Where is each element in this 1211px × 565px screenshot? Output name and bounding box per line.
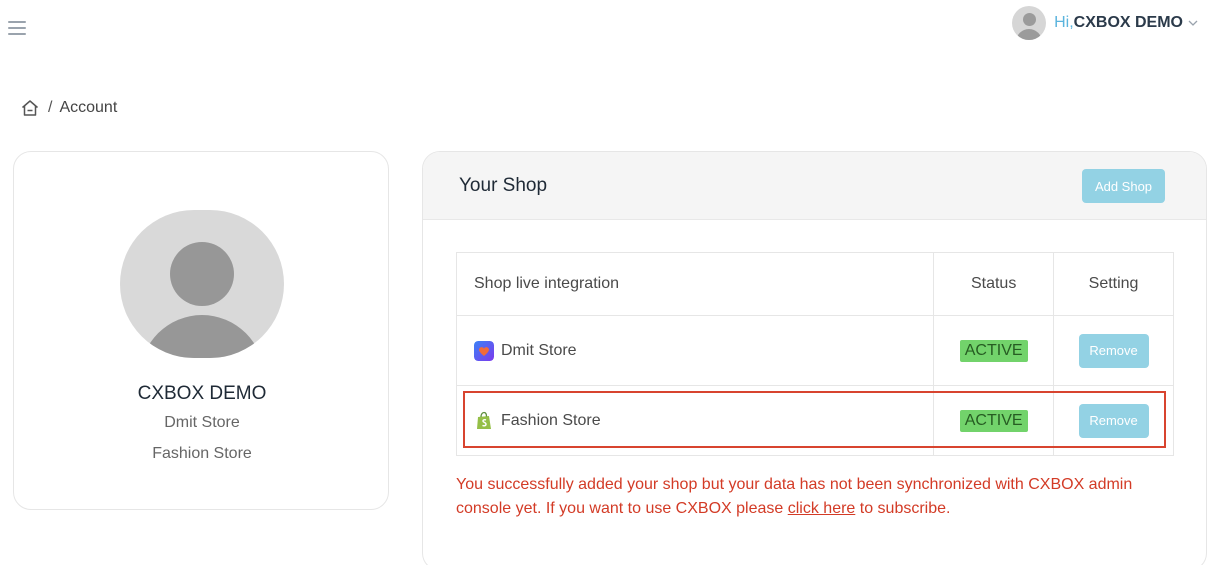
table-row: Dmit Store ACTIVE Remove xyxy=(455,315,1174,386)
profile-avatar xyxy=(120,210,284,358)
shopify-logo-icon xyxy=(477,411,491,429)
add-shop-button[interactable]: Add Shop xyxy=(1082,169,1165,203)
dmit-store-logo-icon xyxy=(474,340,494,361)
top-bar: Hi, CXBOX DEMO xyxy=(0,0,1211,50)
profile-store-item: Fashion Store xyxy=(152,445,252,462)
status-badge: ACTIVE xyxy=(959,339,1028,362)
profile-name: CXBOX DEMO xyxy=(137,383,267,404)
shop-panel: Your Shop Add Shop Shop live integration… xyxy=(422,151,1207,565)
shop-name: Dmit Store xyxy=(501,341,577,359)
shop-name: Fashion Store xyxy=(501,411,601,429)
notice-text-end: to subscribe. xyxy=(855,500,951,517)
status-badge: ACTIVE xyxy=(959,409,1028,432)
chevron-down-icon[interactable] xyxy=(1187,17,1199,29)
greeting-text: Hi, xyxy=(1054,14,1074,31)
table-header-row: Shop live integration Status Setting xyxy=(455,252,1174,316)
profile-store-item: Dmit Store xyxy=(164,414,240,431)
sync-warning-message: You successfully added your shop but you… xyxy=(456,473,1186,521)
breadcrumb-current: Account xyxy=(59,99,118,116)
column-header-shop: Shop live integration xyxy=(455,252,935,316)
column-header-setting: Setting xyxy=(1053,252,1174,316)
table-row: Fashion Store ACTIVE Remove xyxy=(455,385,1174,456)
user-name: CXBOX DEMO xyxy=(1073,14,1183,31)
column-header-status: Status xyxy=(933,252,1055,316)
shop-panel-title: Your Shop xyxy=(459,175,548,196)
avatar xyxy=(1012,6,1047,40)
breadcrumb-separator: / xyxy=(48,99,53,116)
user-menu[interactable]: Hi, CXBOX DEMO xyxy=(1012,5,1199,41)
home-icon[interactable] xyxy=(20,98,40,118)
shop-panel-header: Your Shop Add Shop xyxy=(423,152,1206,220)
breadcrumb: / Account xyxy=(20,98,117,118)
remove-shop-button[interactable]: Remove xyxy=(1078,403,1149,438)
hamburger-menu-icon[interactable] xyxy=(8,21,26,35)
remove-shop-button[interactable]: Remove xyxy=(1078,333,1149,368)
shop-table: Shop live integration Status Setting Dmi… xyxy=(455,252,1174,456)
profile-card: CXBOX DEMO Dmit Store Fashion Store xyxy=(13,151,389,510)
subscribe-link[interactable]: click here xyxy=(788,500,856,517)
